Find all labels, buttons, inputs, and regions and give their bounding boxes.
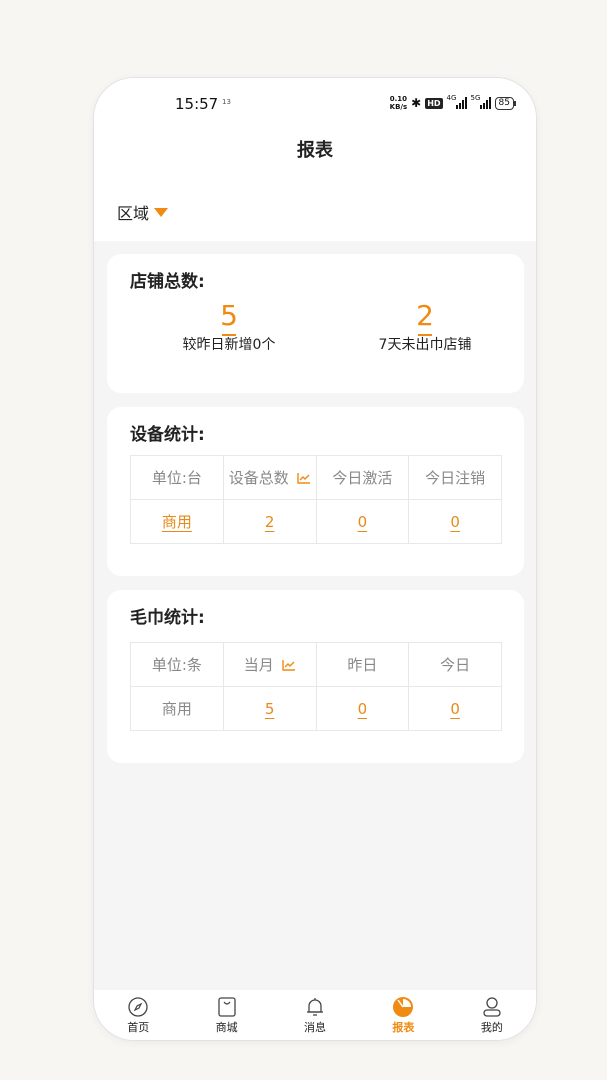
store-total-card: 店铺总数: 5 较昨日新增0个 2 7天未出巾店铺: [107, 254, 524, 393]
signal-4g-icon: 4G: [447, 94, 467, 109]
table-cell-link[interactable]: 2: [222, 499, 317, 544]
inactive-store-value[interactable]: 2: [416, 300, 434, 332]
table-header-row: 单位:条 当月 昨日 今日: [130, 642, 502, 687]
page-title: 报表: [297, 140, 333, 161]
status-bar: 15:57 13 0.10 KB/s ✱ HD 4G 5G 85: [94, 78, 536, 130]
caret-down-icon: [154, 207, 169, 217]
battery-icon: 85: [494, 96, 517, 110]
table-row: 商用 2 0 0: [130, 499, 502, 544]
tab-mall-label: 商城: [215, 1021, 238, 1034]
table-cell-link[interactable]: 0: [315, 686, 410, 731]
bluetooth-icon: ✱: [411, 96, 422, 110]
table-header-cell[interactable]: 设备总数: [222, 455, 317, 500]
tab-reports[interactable]: 报表: [359, 990, 447, 1040]
device-stats-table: 单位:台 设备总数 今日激活 今日注销 商用 2 0 0: [130, 455, 502, 544]
table-header-cell: 今日注销: [408, 455, 502, 500]
pie-chart-icon: [393, 997, 414, 1017]
tab-profile-label: 我的: [480, 1021, 503, 1034]
region-label: 区域: [117, 204, 150, 223]
table-header-cell: 今日激活: [315, 455, 410, 500]
region-filter[interactable]: 区域: [117, 200, 169, 224]
towel-stats-table: 单位:条 当月 昨日 今日 商用 5 0 0: [130, 642, 502, 731]
tab-messages-label: 消息: [304, 1021, 327, 1034]
tab-mall[interactable]: 商城: [182, 990, 270, 1040]
line-chart-icon[interactable]: [281, 659, 296, 671]
store-total-label: 较昨日新增0个: [182, 337, 276, 353]
inactive-store-stat[interactable]: 2 7天未出巾店铺: [345, 300, 505, 354]
user-icon: [483, 997, 501, 1017]
tab-profile[interactable]: 我的: [448, 990, 536, 1040]
bottom-tab-bar: 首页 商城 消息 报表 我的: [94, 990, 536, 1040]
table-header-cell: 今日: [408, 642, 502, 687]
device-card-title: 设备统计:: [130, 425, 205, 445]
towel-card-title: 毛巾统计:: [130, 608, 205, 628]
tab-home[interactable]: 首页: [94, 990, 182, 1040]
net-speed: 0.10 KB/s: [389, 95, 408, 111]
shopping-bag-icon: [217, 997, 236, 1017]
table-cell: 商用: [130, 686, 224, 731]
store-total-value[interactable]: 5: [220, 300, 238, 332]
phone-frame: 15:57 13 0.10 KB/s ✱ HD 4G 5G 85 报表 区域 店…: [94, 78, 536, 1040]
store-total-stat[interactable]: 5 较昨日新增0个: [149, 300, 309, 354]
tab-reports-label: 报表: [392, 1021, 415, 1034]
inactive-store-label: 7天未出巾店铺: [378, 337, 472, 353]
store-card-title: 店铺总数:: [130, 272, 205, 292]
table-header-cell: 单位:台: [130, 455, 224, 500]
table-header-cell: 昨日: [315, 642, 410, 687]
line-chart-icon[interactable]: [296, 472, 311, 484]
compass-icon: [128, 997, 148, 1017]
table-cell-link[interactable]: 0: [315, 499, 410, 544]
table-cell-link[interactable]: 0: [408, 499, 502, 544]
tab-home-label: 首页: [127, 1021, 150, 1034]
device-stats-card: 设备统计: 单位:台 设备总数 今日激活 今日注销 商用 2 0 0: [107, 407, 524, 576]
status-icons: 0.10 KB/s ✱ HD 4G 5G 85: [389, 94, 517, 111]
towel-stats-card: 毛巾统计: 单位:条 当月 昨日 今日 商用 5 0 0: [107, 590, 524, 763]
table-cell-link[interactable]: 商用: [130, 499, 224, 544]
table-cell-link[interactable]: 5: [222, 686, 317, 731]
table-header-cell: 单位:条: [130, 642, 224, 687]
table-cell-link[interactable]: 0: [408, 686, 502, 731]
signal-5g-icon: 5G: [471, 94, 491, 109]
bell-icon: [307, 998, 324, 1016]
table-row: 商用 5 0 0: [130, 686, 502, 731]
status-time-superscript: 13: [222, 98, 231, 106]
status-time: 15:57: [175, 95, 219, 113]
hd-badge: HD: [425, 97, 443, 109]
table-header-cell[interactable]: 当月: [222, 642, 317, 687]
table-header-row: 单位:台 设备总数 今日激活 今日注销: [130, 455, 502, 500]
tab-messages[interactable]: 消息: [271, 990, 359, 1040]
